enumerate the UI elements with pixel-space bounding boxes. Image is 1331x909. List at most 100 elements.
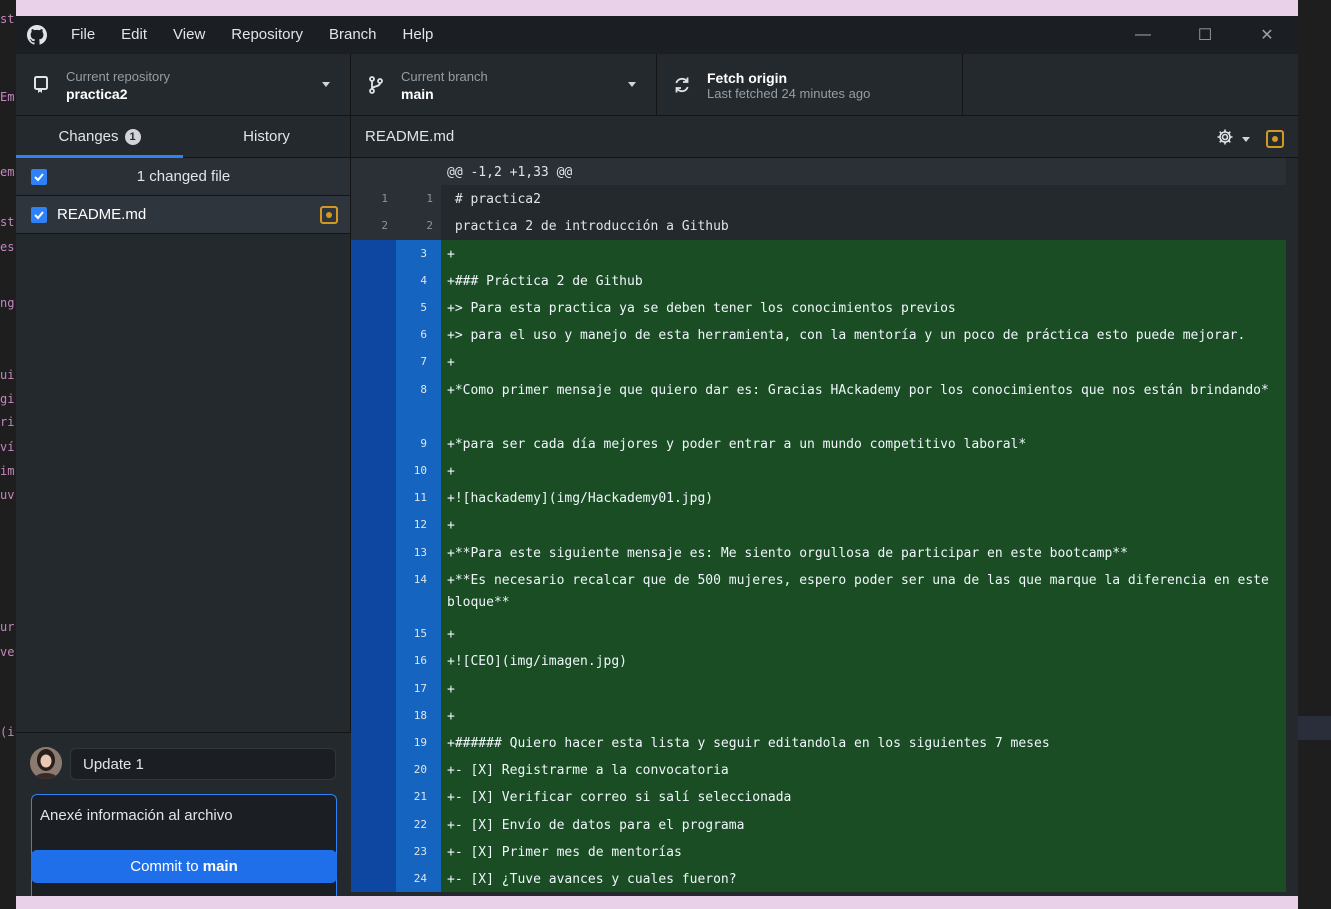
diff-line-text: +- [X] Registrarme a la convocatoria <box>447 763 729 779</box>
menu-item-repository[interactable]: Repository <box>218 16 316 54</box>
diff-line-added[interactable]: 5 +> Para esta practica ya se deben tener… <box>351 293 1286 322</box>
gear-icon[interactable] <box>1216 128 1234 150</box>
old-line-number <box>351 293 396 322</box>
diff-line-added[interactable]: 15 + <box>351 620 1286 648</box>
diff-line-context[interactable]: 22 practica 2 de introducción a Github <box>351 212 1286 240</box>
diff-line-added[interactable]: 11 +![hackademy](img/Hackademy01.jpg) <box>351 484 1286 512</box>
background-code-fragment: ng <box>0 296 15 310</box>
diff-line-added[interactable]: 22 +- [X] Envío de datos para el programa <box>351 810 1286 838</box>
file-checkbox[interactable] <box>31 206 47 223</box>
diff-line-added[interactable]: 4 +### Práctica 2 de Github <box>351 266 1286 294</box>
background-code-fragment: im <box>0 464 15 478</box>
background-code-fragment: ve <box>0 645 15 659</box>
modified-icon <box>1266 130 1284 148</box>
diff-line-text: +*para ser cada día mejores y poder entr… <box>447 436 1027 452</box>
diff-line-added[interactable]: 3 + <box>351 239 1286 267</box>
diff-line-text: + <box>447 681 455 697</box>
diff-line-added[interactable]: 23 +- [X] Primer mes de mentorías <box>351 837 1286 865</box>
old-line-number <box>351 239 396 267</box>
background-code-fragment: st <box>0 12 15 26</box>
new-line-number: 16 <box>396 647 441 675</box>
diff-line-added[interactable]: 6 +> para el uso y manejo de esta herrami… <box>351 321 1286 349</box>
diff-line-added[interactable]: 21 +- [X] Verificar correo si salí selecc… <box>351 783 1286 811</box>
background-code-fragment: (i <box>0 725 15 739</box>
new-line-number: 19 <box>396 728 441 757</box>
changed-file-item[interactable]: README.md <box>16 196 350 234</box>
diff-line-added[interactable]: 8 +*Como primer mensaje que quiero dar es… <box>351 375 1286 430</box>
background-code-fragment: Em <box>0 90 15 104</box>
diff-line-text: +### Práctica 2 de Github <box>447 273 643 289</box>
minimize-button[interactable]: — <box>1112 16 1174 54</box>
old-line-number <box>351 647 396 675</box>
repo-icon <box>16 75 66 95</box>
changes-count-badge: 1 <box>124 128 141 145</box>
fetch-origin-button[interactable]: Fetch origin Last fetched 24 minutes ago <box>657 54 963 116</box>
old-line-number <box>351 266 396 294</box>
chevron-down-icon[interactable] <box>1242 136 1250 142</box>
diff-line-added[interactable]: 18 + <box>351 701 1286 729</box>
diff-line-text: +![hackademy](img/Hackademy01.jpg) <box>447 491 714 507</box>
diff-line-added[interactable]: 7 + <box>351 348 1286 376</box>
old-line-number <box>351 837 396 865</box>
menu-item-file[interactable]: File <box>58 16 108 54</box>
diff-line-added[interactable]: 19 +###### Quiero hacer esta lista y segu… <box>351 728 1286 757</box>
new-line-number: 23 <box>396 837 441 865</box>
commit-button[interactable]: Commit to main <box>31 850 337 883</box>
diff-line-added[interactable]: 14 +**Es necesario recalcar que de 500 mu… <box>351 565 1286 621</box>
diff-line-text: + <box>447 627 455 643</box>
github-logo-icon <box>16 25 58 45</box>
new-line-number: 24 <box>396 864 441 893</box>
new-line-number: 20 <box>396 756 441 784</box>
old-line-number <box>351 864 396 893</box>
changed-files-header: 1 changed file <box>16 158 350 196</box>
new-line-number: 12 <box>396 511 441 539</box>
avatar[interactable] <box>30 747 62 779</box>
old-line-number <box>351 674 396 702</box>
diff-line-text: +![CEO](img/imagen.jpg) <box>447 654 628 670</box>
close-button[interactable]: ✕ <box>1236 16 1298 54</box>
diff-line-text: +**Para este siguiente mensaje es: Me si… <box>447 545 1128 561</box>
background-editor-strip <box>0 0 16 909</box>
fetch-origin-label: Fetch origin <box>707 69 788 86</box>
tab-history[interactable]: History <box>183 116 350 157</box>
maximize-button[interactable]: ☐ <box>1174 16 1236 54</box>
diff-line-added[interactable]: 13 +**Para este siguiente mensaje es: Me … <box>351 538 1286 566</box>
new-line-number: 6 <box>396 321 441 349</box>
menu-item-view[interactable]: View <box>160 16 218 54</box>
old-line-number <box>351 348 396 376</box>
file-name: README.md <box>57 206 147 223</box>
diff-line-added[interactable]: 10 + <box>351 457 1286 485</box>
commit-summary-input[interactable] <box>70 748 336 780</box>
diff-hunk-header: @@ -1,2 +1,33 @@ <box>351 158 1286 186</box>
new-line-number: 22 <box>396 810 441 838</box>
diff-scrollbar[interactable] <box>1286 158 1298 896</box>
diff-line-added[interactable]: 16 +![CEO](img/imagen.jpg) <box>351 647 1286 675</box>
new-line-number: 5 <box>396 293 441 322</box>
diff-line-text: + <box>447 464 455 480</box>
diff-options <box>1216 128 1284 150</box>
menu-item-edit[interactable]: Edit <box>108 16 160 54</box>
menu-item-help[interactable]: Help <box>390 16 447 54</box>
old-line-number <box>351 756 396 784</box>
new-line-number: 15 <box>396 620 441 648</box>
background-editor-right-strip <box>1298 0 1331 909</box>
current-branch-dropdown[interactable]: Current branch main <box>351 54 657 116</box>
old-line-number <box>351 375 396 430</box>
diff-line-added[interactable]: 20 +- [X] Registrarme a la convocatoria <box>351 756 1286 784</box>
old-line-number <box>351 429 396 458</box>
diff-line-added[interactable]: 9 +*para ser cada día mejores y poder ent… <box>351 429 1286 458</box>
diff-line-context[interactable]: 11 # practica2 <box>351 185 1286 213</box>
window-controls: — ☐ ✕ <box>1112 16 1298 54</box>
new-line-number: 7 <box>396 348 441 376</box>
tab-changes[interactable]: Changes 1 <box>16 116 183 158</box>
diff-line-added[interactable]: 24 +- [X] ¿Tuve avances y cuales fueron? <box>351 864 1286 893</box>
diff-line-added[interactable]: 12 + <box>351 511 1286 539</box>
current-repository-dropdown[interactable]: Current repository practica2 <box>16 54 351 116</box>
repository-sub-label: Current repository <box>66 68 171 84</box>
diff-line-added[interactable]: 17 + <box>351 674 1286 702</box>
sidebar-tabs: Changes 1 History <box>16 116 350 158</box>
background-code-fragment: em <box>0 165 15 179</box>
menu-item-branch[interactable]: Branch <box>316 16 390 54</box>
background-code-fragment: ui <box>0 368 15 382</box>
new-line-number: 17 <box>396 674 441 702</box>
